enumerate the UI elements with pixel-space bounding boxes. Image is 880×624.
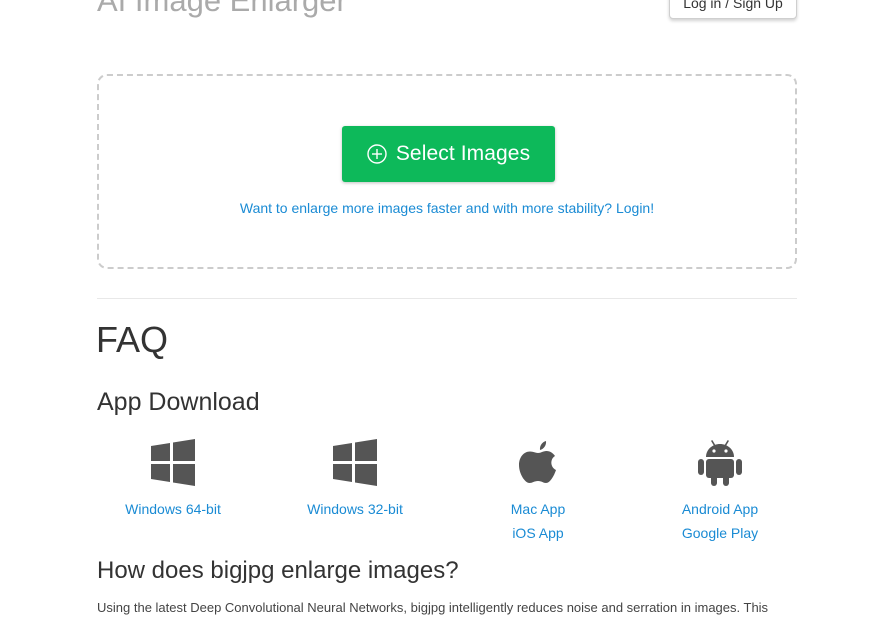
page-title: AI Image Enlarger <box>97 0 347 18</box>
login-hint-link[interactable]: Want to enlarge more images faster and w… <box>99 200 795 216</box>
google-play-link[interactable]: Google Play <box>644 521 796 545</box>
image-dropzone[interactable]: Select Images Want to enlarge more image… <box>97 74 797 269</box>
section-divider <box>97 298 797 299</box>
download-windows-32: Windows 32-bit <box>279 438 431 521</box>
android-icon <box>698 440 742 486</box>
download-android: Android App Google Play <box>644 438 796 545</box>
plus-circle-icon <box>367 144 387 164</box>
android-app-link[interactable]: Android App <box>644 497 796 521</box>
how-it-works-title: How does bigjpg enlarge images? <box>97 557 459 584</box>
ios-app-link[interactable]: iOS App <box>462 521 614 545</box>
download-windows-64: Windows 64-bit <box>97 438 249 521</box>
faq-title: FAQ <box>96 319 169 360</box>
select-images-label: Select Images <box>395 142 531 165</box>
windows-icon <box>151 439 195 486</box>
select-images-button[interactable]: Select Images <box>342 126 555 182</box>
how-it-works-text: Using the latest Deep Convolutional Neur… <box>97 600 769 615</box>
windows-icon <box>333 439 377 486</box>
windows-32-link[interactable]: Windows 32-bit <box>279 497 431 521</box>
windows-64-link[interactable]: Windows 64-bit <box>97 497 249 521</box>
download-apple: Mac App iOS App <box>462 438 614 545</box>
apple-icon <box>519 441 556 483</box>
login-signup-button[interactable]: Log in / Sign Up <box>669 0 797 19</box>
page: AI Image Enlarger Log in / Sign Up Selec… <box>0 0 880 624</box>
mac-app-link[interactable]: Mac App <box>462 497 614 521</box>
app-download-title: App Download <box>97 388 260 416</box>
